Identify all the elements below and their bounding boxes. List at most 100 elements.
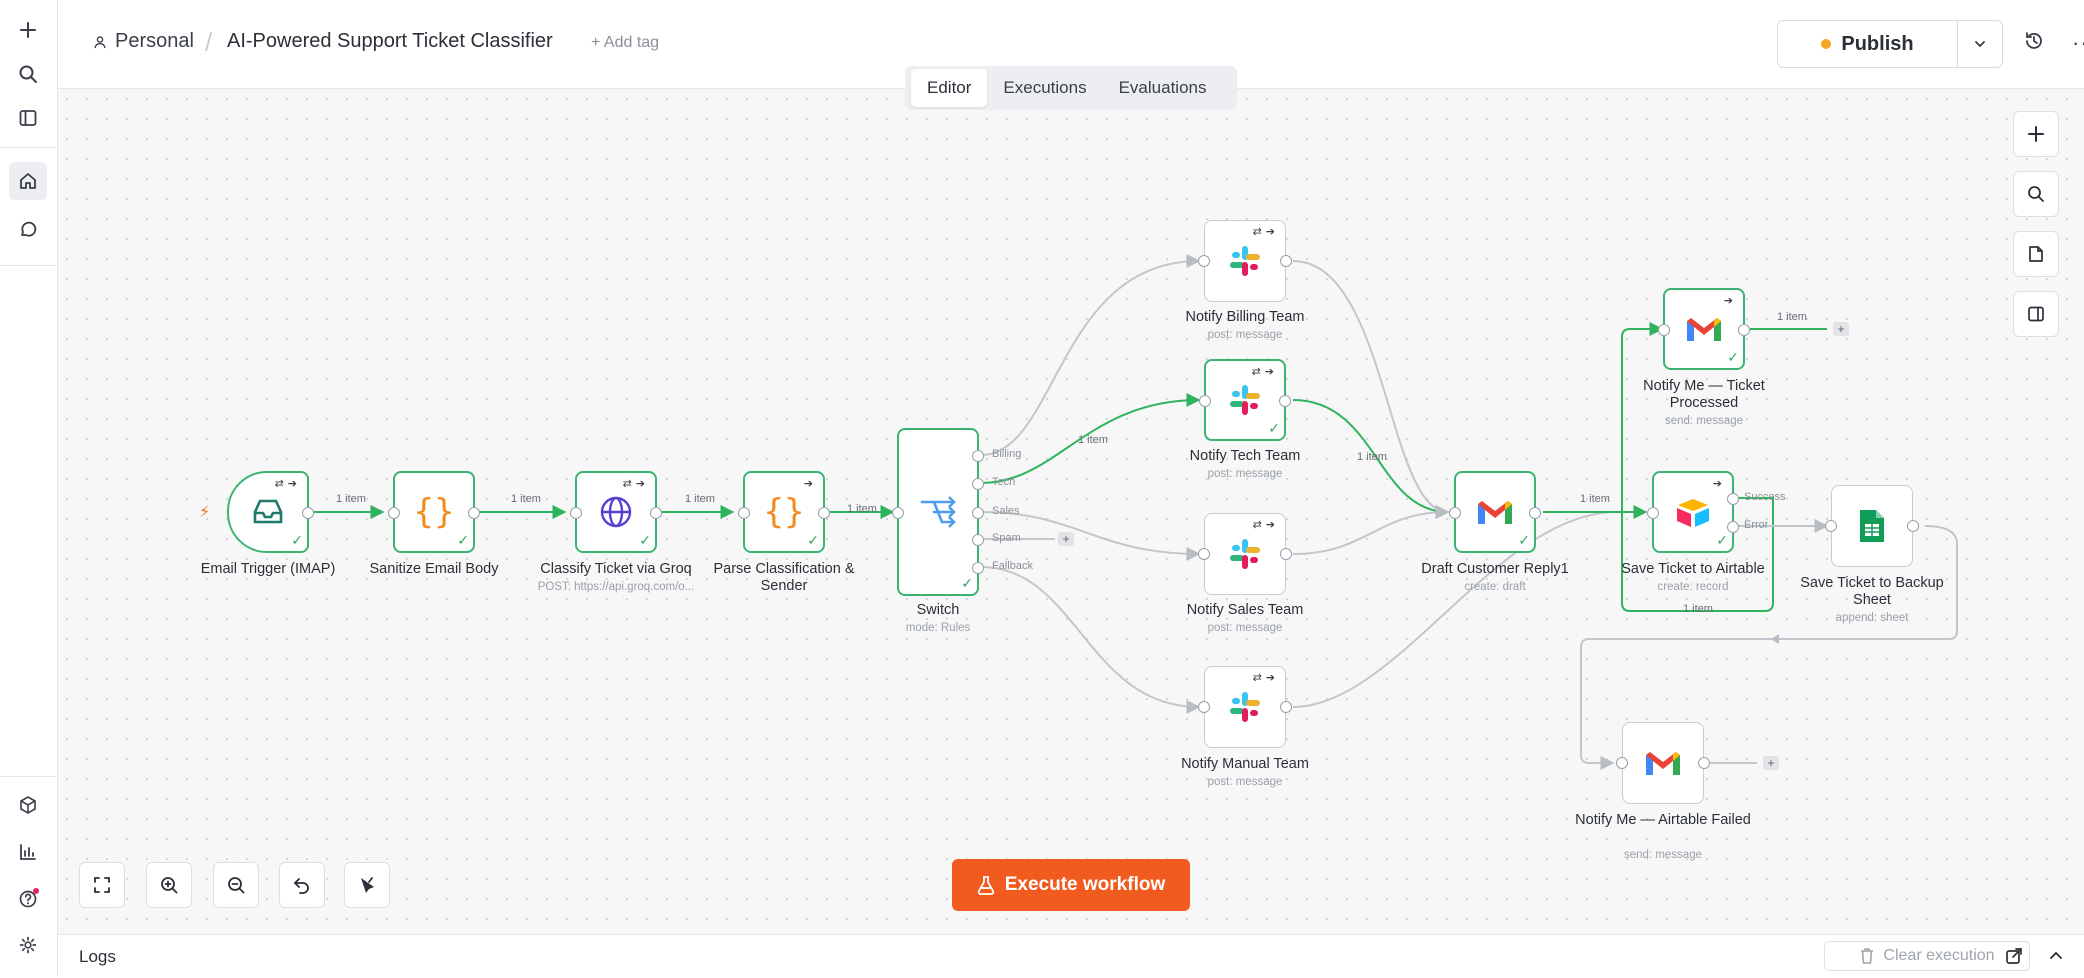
- input-port[interactable]: [1647, 507, 1659, 519]
- logs-panel[interactable]: Logs Clear execution: [57, 934, 2084, 978]
- toggle-panel-button[interactable]: [2013, 291, 2059, 337]
- node-classify-ticket[interactable]: ⇄➔ ✓: [570, 471, 662, 553]
- more-options-button[interactable]: ···: [2072, 30, 2084, 56]
- node-parse-classification[interactable]: ➔ {} ✓: [738, 471, 830, 553]
- node-notify-airtable-failed[interactable]: [1616, 722, 1710, 804]
- output-port[interactable]: [1907, 520, 1919, 532]
- settings-gear-icon[interactable]: [9, 926, 47, 964]
- node-status-icons: ⇄➔: [1252, 672, 1279, 684]
- output-port-success[interactable]: [1727, 493, 1739, 505]
- input-port[interactable]: [1198, 255, 1210, 267]
- output-port[interactable]: [1738, 324, 1750, 336]
- tab-editor[interactable]: Editor: [911, 69, 988, 107]
- input-port[interactable]: [1616, 757, 1628, 769]
- output-port-sales[interactable]: [972, 507, 984, 519]
- node-notify-tech[interactable]: ⇄➔ ✓: [1199, 359, 1291, 441]
- workflow-history-button[interactable]: [2023, 30, 2045, 57]
- add-icon[interactable]: [9, 11, 47, 49]
- workflow-title[interactable]: AI-Powered Support Ticket Classifier: [227, 30, 553, 53]
- input-port[interactable]: [1199, 395, 1211, 407]
- help-icon[interactable]: [9, 880, 47, 918]
- output-port-billing[interactable]: [972, 450, 984, 462]
- chevron-up-icon: [2050, 951, 2062, 959]
- node-label: Notify Me — Airtable Failed: [1575, 812, 1751, 828]
- node-status-icons: ⇄➔: [274, 478, 301, 490]
- panel-right-icon: [2028, 306, 2044, 322]
- home-icon[interactable]: [9, 162, 47, 200]
- input-port[interactable]: [1198, 701, 1210, 713]
- output-port-error[interactable]: [1727, 521, 1739, 533]
- switch-output-label: Fallback: [992, 560, 1033, 572]
- fit-view-button[interactable]: [79, 862, 125, 908]
- publish-button[interactable]: Publish: [1778, 21, 1957, 67]
- pop-out-logs-button[interactable]: [2005, 947, 2023, 970]
- input-port[interactable]: [1658, 324, 1670, 336]
- templates-icon[interactable]: [9, 786, 47, 824]
- toggle-sidebar-icon[interactable]: [9, 99, 47, 137]
- edge-label: 1 item: [336, 493, 366, 505]
- node-label: Draft Customer Reply1: [1421, 561, 1569, 577]
- add-node-button[interactable]: [2013, 111, 2059, 157]
- node-notify-sales[interactable]: ⇄➔: [1198, 513, 1292, 595]
- input-port[interactable]: [1825, 520, 1837, 532]
- output-port[interactable]: [1280, 255, 1292, 267]
- expand-logs-button[interactable]: [2047, 947, 2065, 970]
- search-icon[interactable]: [9, 55, 47, 93]
- zoom-out-button[interactable]: [213, 862, 259, 908]
- output-port[interactable]: [818, 507, 830, 519]
- workflow-canvas[interactable]: 1 item 1 item 1 item 1 item 1 item 1 ite…: [57, 89, 2084, 934]
- output-port[interactable]: [468, 507, 480, 519]
- zoom-in-button[interactable]: [146, 862, 192, 908]
- add-node-endpoint[interactable]: +: [1833, 322, 1849, 336]
- node-save-airtable[interactable]: ➔ ✓: [1647, 471, 1739, 553]
- add-node-endpoint[interactable]: +: [1058, 532, 1074, 546]
- input-port[interactable]: [570, 507, 582, 519]
- node-draft-customer-reply[interactable]: ✓: [1449, 471, 1541, 553]
- node-subtitle: post: message: [1207, 776, 1283, 788]
- node-status-icons: ⇄➔: [1251, 366, 1278, 378]
- broom-icon: [361, 877, 374, 893]
- output-port[interactable]: [1280, 548, 1292, 560]
- node-subtitle: mode: Rules: [905, 622, 971, 634]
- output-port[interactable]: [650, 507, 662, 519]
- output-port-tech[interactable]: [972, 478, 984, 490]
- tab-evaluations[interactable]: Evaluations: [1103, 69, 1223, 107]
- node-email-trigger[interactable]: ⇄➔ ✓: [227, 471, 314, 553]
- node-label: Sanitize Email Body: [369, 561, 499, 577]
- output-port[interactable]: [302, 507, 314, 519]
- node-notify-ticket-processed[interactable]: ➔ ✓: [1658, 288, 1750, 370]
- output-port-spam[interactable]: [972, 534, 984, 546]
- node-label: Email Trigger (IMAP): [200, 561, 336, 577]
- add-node-endpoint[interactable]: +: [1763, 756, 1779, 770]
- node-save-backup-sheet[interactable]: [1825, 485, 1919, 567]
- execute-workflow-button[interactable]: Execute workflow: [952, 859, 1190, 911]
- insights-icon[interactable]: [9, 833, 47, 871]
- input-port[interactable]: [1449, 507, 1461, 519]
- input-port[interactable]: [1198, 548, 1210, 560]
- output-port[interactable]: [1698, 757, 1710, 769]
- node-notify-billing[interactable]: ⇄➔: [1198, 220, 1292, 302]
- undo-button[interactable]: [279, 862, 325, 908]
- search-nodes-button[interactable]: [2013, 171, 2059, 217]
- node-switch[interactable]: ✓: [892, 428, 984, 596]
- input-port[interactable]: [388, 507, 400, 519]
- node-notify-manual[interactable]: ⇄➔: [1198, 666, 1292, 748]
- output-port[interactable]: [1280, 701, 1292, 713]
- output-port[interactable]: [1279, 395, 1291, 407]
- tidy-up-button[interactable]: [344, 862, 390, 908]
- output-port-fallback[interactable]: [972, 562, 984, 574]
- logs-title: Logs: [79, 947, 116, 966]
- node-sanitize-email-body[interactable]: {} ✓: [388, 471, 480, 553]
- fit-view-icon: [94, 877, 110, 893]
- globe-icon: [600, 496, 632, 528]
- tab-executions[interactable]: Executions: [987, 69, 1102, 107]
- publish-options-button[interactable]: [1957, 21, 2002, 67]
- input-port[interactable]: [738, 507, 750, 519]
- input-port[interactable]: [892, 507, 904, 519]
- chat-icon[interactable]: [9, 211, 47, 249]
- sticky-note-button[interactable]: [2013, 231, 2059, 277]
- clear-execution-button[interactable]: Clear execution: [1824, 941, 2030, 971]
- add-tag-button[interactable]: + Add tag: [591, 34, 659, 52]
- breadcrumb-project[interactable]: Personal: [93, 30, 194, 53]
- output-port[interactable]: [1529, 507, 1541, 519]
